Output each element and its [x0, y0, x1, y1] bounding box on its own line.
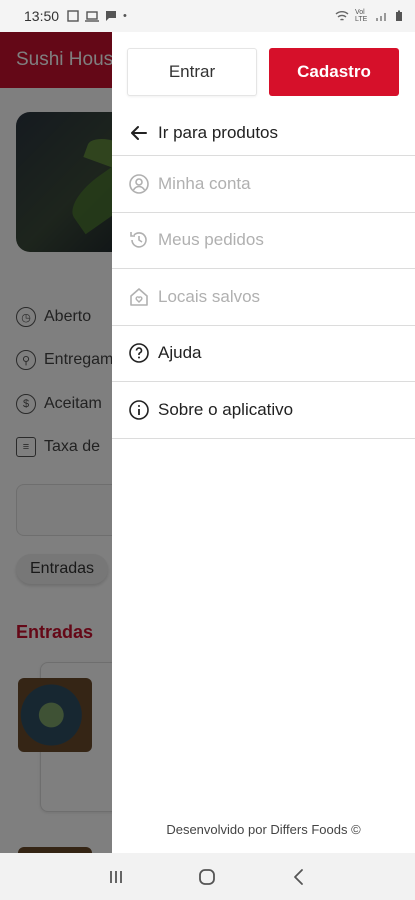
menu-item-help[interactable]: Ajuda [112, 326, 415, 382]
menu-item-about[interactable]: Sobre o aplicativo [112, 382, 415, 439]
back-icon [294, 868, 304, 885]
help-circle-icon [128, 342, 150, 364]
home-icon [199, 868, 216, 885]
account-icon [128, 173, 150, 195]
home-heart-icon [128, 286, 150, 308]
menu-item-saved-places-label: Locais salvos [158, 286, 261, 306]
menu-item-account-label: Minha conta [158, 173, 251, 193]
home-button[interactable] [192, 862, 222, 892]
wifi-icon [335, 11, 349, 21]
recent-apps-icon [109, 870, 122, 883]
system-status-icons: Vol LTE [335, 9, 403, 23]
menu-item-about-label: Sobre o aplicativo [158, 399, 294, 419]
menu-item-orders-label: Meus pedidos [158, 230, 264, 250]
dot-icon: • [123, 10, 127, 22]
chat-icon [106, 11, 117, 21]
signal-label: Vol LTE [355, 9, 368, 23]
login-button[interactable]: Entrar [127, 48, 257, 96]
menu-item-orders[interactable]: Meus pedidos [112, 213, 415, 269]
navigation-drawer: Entrar Cadastro Ir para produtos Minha c… [112, 32, 415, 853]
image-icon [67, 10, 79, 22]
arrow-left-icon [128, 122, 150, 144]
battery-icon [396, 10, 402, 21]
status-time: 13:50 [24, 8, 60, 24]
menu-item-products[interactable]: Ir para produtos [112, 110, 415, 156]
auth-buttons: Entrar Cadastro [112, 32, 415, 110]
recent-apps-button[interactable] [101, 862, 131, 892]
menu-item-account[interactable]: Minha conta [112, 156, 415, 213]
back-button[interactable] [284, 862, 314, 892]
system-nav-bar [0, 853, 415, 900]
menu-item-help-label: Ajuda [158, 343, 202, 363]
menu-item-saved-places[interactable]: Locais salvos [112, 269, 415, 326]
notification-icons: • [67, 10, 127, 22]
history-icon [128, 229, 150, 251]
menu-item-products-label: Ir para produtos [158, 122, 279, 142]
developer-credit: Desenvolvido por Differs Foods © [166, 822, 361, 837]
signal-icon [376, 13, 386, 21]
info-circle-icon [128, 399, 150, 421]
signup-button[interactable]: Cadastro [269, 48, 399, 96]
status-bar: 13:50 • Vol LTE [0, 0, 415, 32]
laptop-icon [85, 11, 100, 22]
